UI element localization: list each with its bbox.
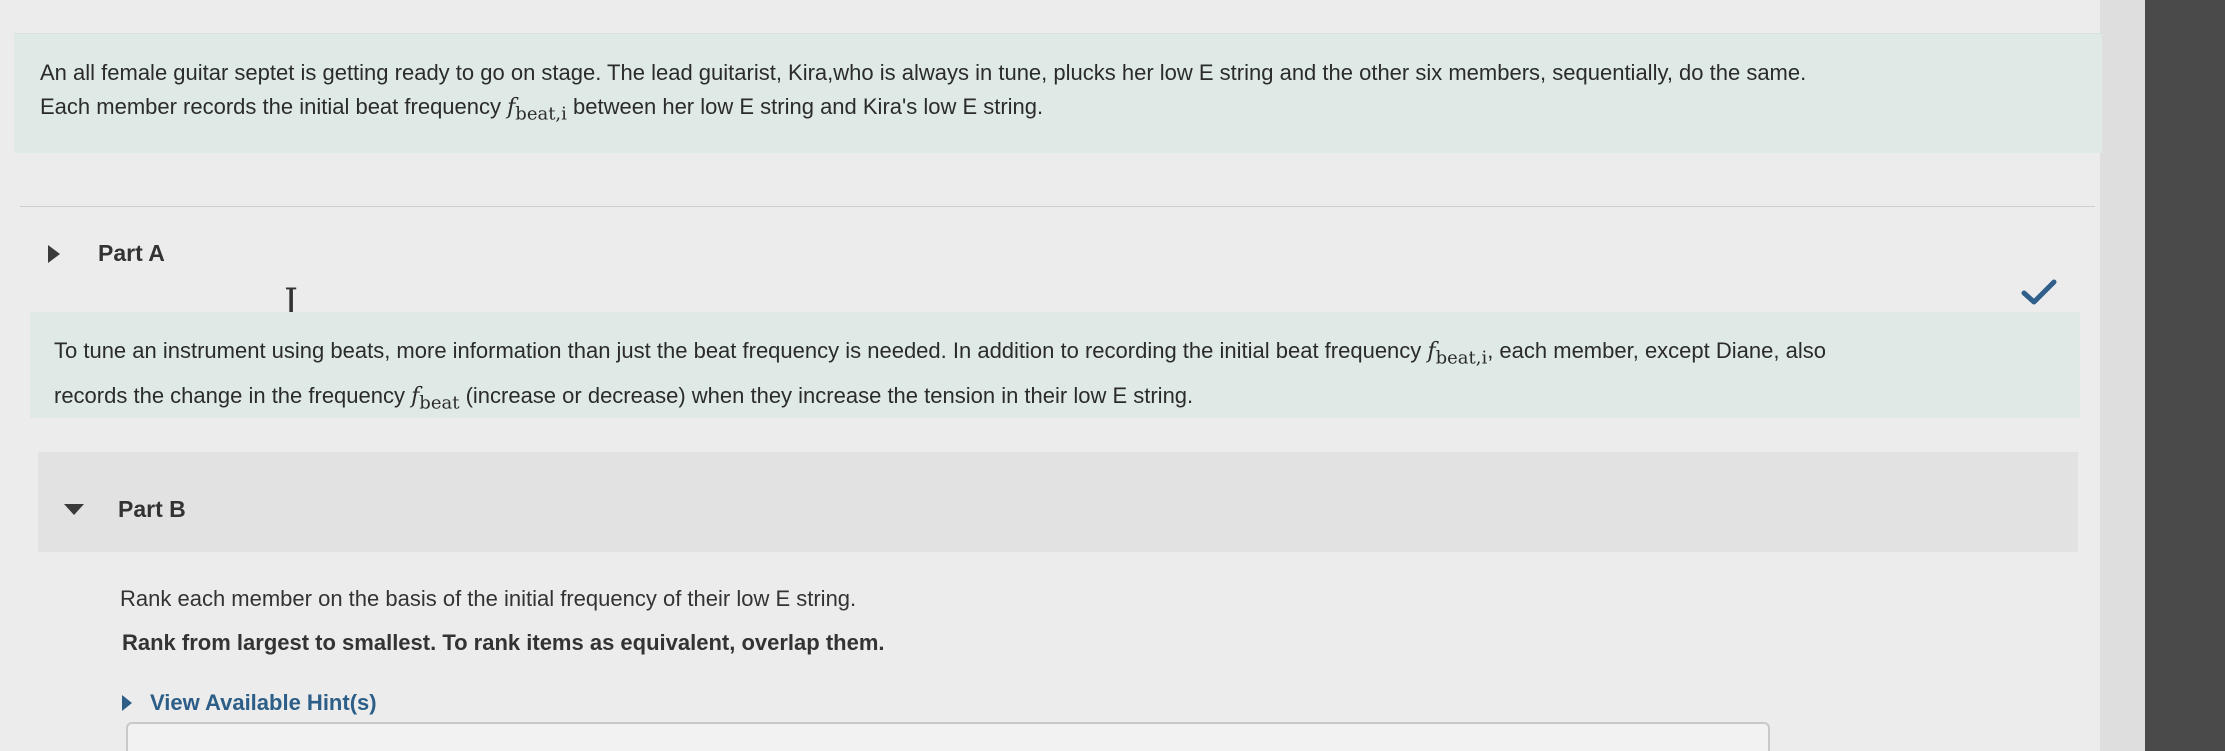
context-line-1: To tune an instrument using beats, more … <box>54 338 1826 369</box>
ranking-area[interactable] <box>126 722 1770 751</box>
beat-frequency-initial-symbol: fbeat,i <box>1427 339 1488 369</box>
hint-label: View Available Hint(s) <box>150 690 377 715</box>
part-b-bar <box>38 452 2078 552</box>
hint-arrow-icon <box>122 695 132 711</box>
checkmark-icon <box>2021 279 2057 305</box>
part-b-title: Part B <box>118 496 186 522</box>
problem-intro: An all female guitar septet is getting r… <box>14 33 2102 153</box>
beat-frequency-symbol: fbeat <box>411 384 460 414</box>
expand-arrow-icon[interactable] <box>48 244 60 263</box>
window-edge <box>2145 0 2225 751</box>
right-margin <box>2100 0 2145 751</box>
part-context: To tune an instrument using beats, more … <box>30 312 2080 418</box>
context-line-2: records the change in the frequency fbea… <box>54 383 1194 414</box>
beat-frequency-symbol: fbeat,i <box>507 95 567 125</box>
ranking-instruction: Rank from largest to smallest. To rank i… <box>122 630 885 655</box>
view-hints-link[interactable]: View Available Hint(s) <box>122 690 377 716</box>
part-b-header[interactable]: Part B <box>64 496 186 523</box>
intro-line-1: An all female guitar septet is getting r… <box>40 60 1807 85</box>
part-a-title: Part A <box>98 240 165 266</box>
intro-line-2: Each member records the initial beat fre… <box>40 94 1044 125</box>
question-text: Rank each member on the basis of the ini… <box>120 586 857 611</box>
collapse-arrow-icon[interactable] <box>64 504 84 515</box>
part-a-header[interactable]: Part A <box>48 240 165 267</box>
section-divider <box>20 206 2095 207</box>
